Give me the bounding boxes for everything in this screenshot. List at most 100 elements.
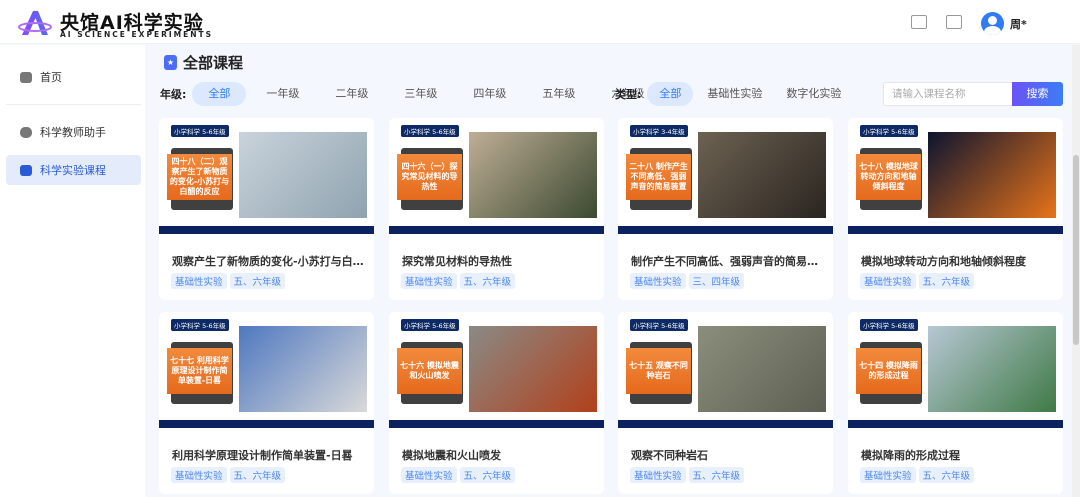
course-cover-label: 七十八 模拟地球转动方向和地轴倾斜程度 — [856, 154, 921, 200]
course-card[interactable]: 小学科学 5-6年级 七十六 模拟地震和火山喷发 模拟地震和火山喷发 基础性实验… — [389, 312, 604, 494]
divider — [6, 104, 141, 105]
mail-icon[interactable] — [946, 15, 962, 29]
grade-label: 年级: — [160, 88, 187, 101]
course-cover-label: 四十六（一）探究常见材料的导热性 — [397, 154, 462, 200]
grade-filter: 年级: 全部 一年级 二年级 三年级 四年级 五年级 六年级 — [160, 82, 664, 106]
edit-icon[interactable] — [911, 15, 927, 29]
cover-bar — [618, 226, 833, 234]
sidebar-item-home[interactable]: 首页 — [6, 62, 141, 92]
grade-tag: 五、六年级 — [918, 273, 975, 289]
grade-3[interactable]: 三年级 — [388, 82, 453, 106]
grade-tag: 五、六年级 — [459, 273, 516, 289]
sidebar-item-label: 首页 — [40, 71, 62, 84]
type-tag: 基础性实验 — [171, 467, 227, 483]
grade-badge: 小学科学 5-6年级 — [171, 125, 229, 137]
grade-4[interactable]: 四年级 — [457, 82, 522, 106]
type-tag: 基础性实验 — [630, 467, 686, 483]
bookmark-star-icon: ★ — [164, 55, 177, 70]
cover-bar — [848, 420, 1063, 428]
course-cover-image — [239, 132, 367, 218]
cover-bar — [618, 420, 833, 428]
search-input[interactable]: 请输入课程名称 — [883, 82, 1013, 106]
search-button[interactable]: 搜索 — [1012, 82, 1063, 106]
course-cover-label: 二十八 制作产生不同高低、强弱声音的简易装置 — [626, 154, 691, 200]
sidebar-item-courses[interactable]: 科学实验课程 — [6, 155, 141, 185]
grade-5[interactable]: 五年级 — [526, 82, 591, 106]
course-cover-image — [469, 326, 597, 412]
grade-tag: 五、六年级 — [229, 467, 286, 483]
course-title[interactable]: 观察产生了新物质的变化-小苏打与白醋的反应 — [172, 253, 364, 269]
grade-1[interactable]: 一年级 — [250, 82, 315, 106]
grade-badge: 小学科学 5-6年级 — [401, 125, 459, 137]
grade-all[interactable]: 全部 — [192, 82, 247, 106]
course-cover-image — [698, 326, 826, 412]
logo-icon — [18, 11, 52, 35]
grade-badge: 小学科学 5-6年级 — [860, 319, 918, 331]
type-label: 类型: — [615, 88, 642, 101]
monitor-icon — [20, 164, 32, 176]
sidebar-item-teacher-assistant[interactable]: 科学教师助手 — [6, 117, 141, 147]
course-card[interactable]: 小学科学 5-6年级 七十八 模拟地球转动方向和地轴倾斜程度 模拟地球转动方向和… — [848, 118, 1063, 300]
grade-badge: 小学科学 5-6年级 — [860, 125, 918, 137]
robot-icon — [20, 126, 32, 138]
home-icon — [20, 71, 32, 83]
course-cover-image — [928, 326, 1056, 412]
header: 央馆AI科学实验 AI SCIENCE EXPERIMENTS 周* — [0, 0, 1080, 44]
course-card[interactable]: 小学科学 3-4年级 二十八 制作产生不同高低、强弱声音的简易装置 制作产生不同… — [618, 118, 833, 300]
user-name[interactable]: 周* — [1010, 16, 1027, 32]
cover-bar — [159, 420, 374, 428]
course-cover-label: 四十八（二）观察产生了新物质的变化-小苏打与白醋的反应 — [167, 154, 232, 200]
course-title[interactable]: 利用科学原理设计制作简单装置-日晷 — [172, 447, 364, 463]
brand-subtitle: AI SCIENCE EXPERIMENTS — [60, 30, 214, 39]
sidebar-item-label: 科学教师助手 — [40, 126, 106, 139]
type-tag: 基础性实验 — [401, 273, 457, 289]
grade-badge: 小学科学 5-6年级 — [630, 319, 688, 331]
type-tag: 基础性实验 — [860, 467, 916, 483]
type-filter: 类型: 全部 基础性实验 数字化实验 — [615, 82, 855, 106]
course-title[interactable]: 模拟地震和火山喷发 — [402, 447, 594, 463]
type-digital[interactable]: 数字化实验 — [776, 82, 851, 106]
type-tag: 基础性实验 — [630, 273, 686, 289]
course-title[interactable]: 观察不同种岩石 — [631, 447, 823, 463]
type-tag: 基础性实验 — [860, 273, 916, 289]
cover-bar — [848, 226, 1063, 234]
grade-badge: 小学科学 5-6年级 — [171, 319, 229, 331]
course-cover-image — [928, 132, 1056, 218]
page-title: ★ 全部课程 — [164, 52, 243, 73]
type-basic[interactable]: 基础性实验 — [697, 82, 772, 106]
grade-tag: 三、四年级 — [688, 273, 745, 289]
type-tag: 基础性实验 — [171, 273, 227, 289]
course-cover-label: 七十五 观察不同种岩石 — [626, 348, 691, 394]
course-cover-label: 七十六 模拟地震和火山喷发 — [397, 348, 462, 394]
grade-tag: 五、六年级 — [229, 273, 286, 289]
course-title[interactable]: 模拟地球转动方向和地轴倾斜程度 — [861, 253, 1053, 269]
grade-tag: 五、六年级 — [688, 467, 745, 483]
course-cover-image — [469, 132, 597, 218]
page-title-text: 全部课程 — [183, 54, 244, 72]
course-card[interactable]: 小学科学 5-6年级 四十八（二）观察产生了新物质的变化-小苏打与白醋的反应 观… — [159, 118, 374, 300]
cover-bar — [159, 226, 374, 234]
scrollbar-thumb[interactable] — [1073, 155, 1079, 345]
cover-bar — [389, 226, 604, 234]
type-all[interactable]: 全部 — [647, 82, 694, 106]
cover-bar — [389, 420, 604, 428]
course-cover-label: 七十七 利用科学原理设计制作简单装置-日晷 — [167, 348, 232, 394]
course-title[interactable]: 模拟降雨的形成过程 — [861, 447, 1053, 463]
course-title[interactable]: 制作产生不同高低、强弱声音的简易装置 — [631, 253, 823, 269]
course-cover-image — [239, 326, 367, 412]
grade-tag: 五、六年级 — [459, 467, 516, 483]
course-card[interactable]: 小学科学 5-6年级 七十七 利用科学原理设计制作简单装置-日晷 利用科学原理设… — [159, 312, 374, 494]
type-tag: 基础性实验 — [401, 467, 457, 483]
sidebar-item-label: 科学实验课程 — [40, 164, 106, 177]
sidebar: 首页 科学教师助手 科学实验课程 — [0, 45, 145, 497]
grade-tag: 五、六年级 — [918, 467, 975, 483]
grade-2[interactable]: 二年级 — [319, 82, 384, 106]
avatar[interactable] — [981, 12, 1004, 35]
course-card[interactable]: 小学科学 5-6年级 七十四 模拟降雨的形成过程 模拟降雨的形成过程 基础性实验… — [848, 312, 1063, 494]
course-card[interactable]: 小学科学 5-6年级 七十五 观察不同种岩石 观察不同种岩石 基础性实验 五、六年… — [618, 312, 833, 494]
course-cover-image — [698, 132, 826, 218]
course-cover-label: 七十四 模拟降雨的形成过程 — [856, 348, 921, 394]
course-title[interactable]: 探究常见材料的导热性 — [402, 253, 594, 269]
grade-badge: 小学科学 3-4年级 — [630, 125, 688, 137]
course-card[interactable]: 小学科学 5-6年级 四十六（一）探究常见材料的导热性 探究常见材料的导热性 基… — [389, 118, 604, 300]
